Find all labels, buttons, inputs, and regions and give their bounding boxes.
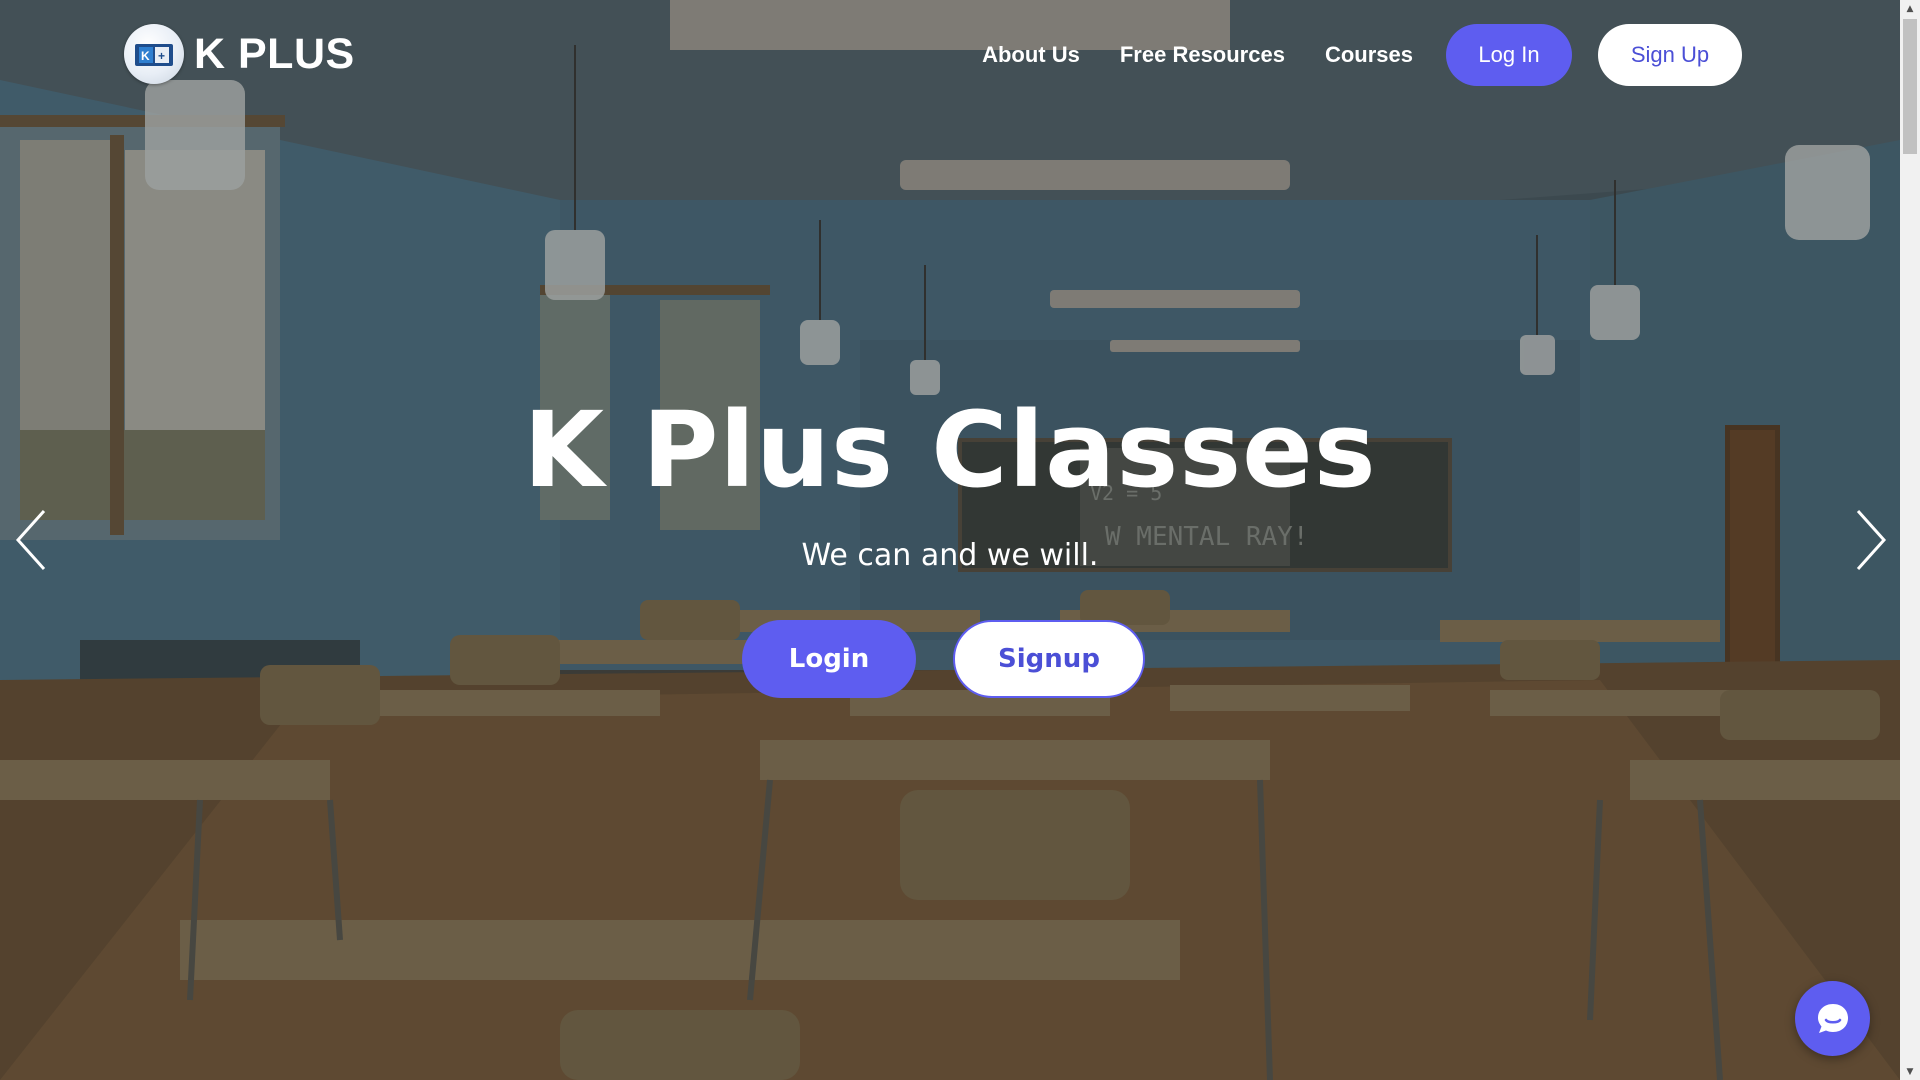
chat-bubble-icon — [1817, 1003, 1848, 1033]
brand-name: K PLUS — [194, 29, 355, 78]
hero-actions: Login Signup — [742, 620, 1145, 698]
hero-signup-button[interactable]: Signup — [953, 620, 1145, 698]
kplus-logo-icon: K + — [124, 24, 184, 84]
header-signup-button[interactable]: Sign Up — [1598, 24, 1742, 86]
nav-link-courses[interactable]: Courses — [1325, 42, 1413, 68]
scrollbar-thumb[interactable] — [1903, 19, 1917, 154]
nav-link-about-us[interactable]: About Us — [982, 42, 1080, 68]
scroll-down-arrow-icon[interactable]: ▼ — [1900, 1063, 1920, 1080]
svg-text:+: + — [158, 49, 165, 63]
brand-home-link[interactable]: K + K PLUS — [124, 24, 355, 84]
hero-login-button[interactable]: Login — [742, 620, 916, 698]
header-login-button[interactable]: Log In — [1446, 24, 1572, 86]
page-scrollbar[interactable]: ▲ ▼ — [1900, 0, 1920, 1080]
svg-text:K: K — [141, 49, 150, 63]
carousel-next-button[interactable] — [1850, 505, 1890, 575]
hero-title: K Plus Classes — [523, 389, 1377, 511]
nav-link-free-resources[interactable]: Free Resources — [1120, 42, 1285, 68]
carousel-prev-button[interactable] — [12, 505, 52, 575]
main-nav: About Us Free Resources Courses Log In S… — [982, 24, 1742, 86]
chevron-right-icon — [1856, 509, 1887, 571]
scroll-up-arrow-icon[interactable]: ▲ — [1900, 0, 1920, 17]
page: V2 = 5 W MENTAL RAY! K + K PLUS About Us… — [0, 0, 1920, 1080]
hero-subtitle: We can and we will. — [801, 538, 1099, 573]
site-header: K + K PLUS About Us Free Resources Cours… — [0, 0, 1900, 112]
chat-widget-button[interactable] — [1795, 981, 1870, 1056]
chevron-left-icon — [15, 509, 46, 571]
